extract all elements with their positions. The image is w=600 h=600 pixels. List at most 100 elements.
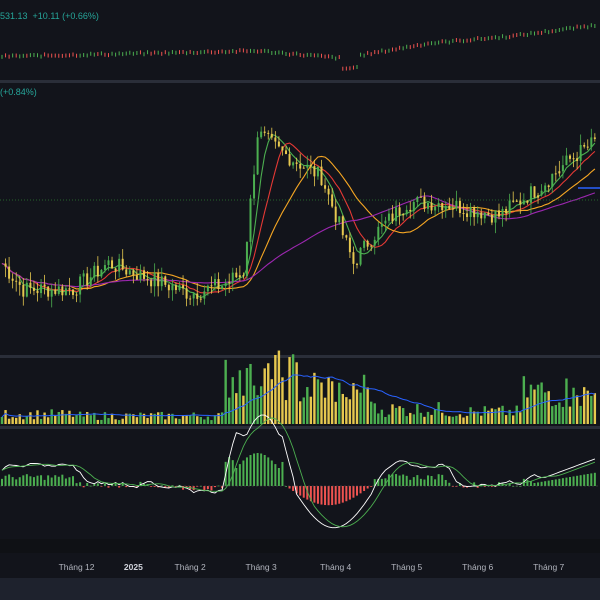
volume-bar (135, 417, 139, 424)
macd-histogram-bar (114, 483, 117, 486)
candle-body (331, 194, 334, 207)
candle-body (270, 133, 273, 138)
candle-body (160, 276, 163, 287)
volume-bar (139, 412, 142, 424)
macd-histogram-bar (405, 475, 408, 486)
volume-bar (575, 395, 579, 424)
macd-histogram-bar (430, 476, 433, 486)
volume-bar (100, 419, 103, 424)
macd-histogram-bar (61, 474, 64, 486)
volume-bar (543, 392, 547, 424)
chart-canvas[interactable] (0, 0, 600, 600)
candle-body (352, 252, 355, 264)
volume-bar (199, 417, 202, 424)
macd-histogram-bar (29, 476, 32, 486)
candle-body (18, 281, 21, 285)
macd-histogram-bar (561, 478, 564, 486)
volume-bar (373, 403, 376, 424)
volume-bar (437, 402, 440, 424)
candle-body (29, 282, 32, 288)
volume-bar (494, 409, 497, 424)
candle-body (64, 288, 67, 296)
volume-bar (561, 406, 565, 424)
candle-body (526, 200, 529, 203)
macd-histogram-bar (402, 474, 405, 486)
macd-histogram-bar (441, 474, 444, 486)
macd-histogram-bar (586, 474, 589, 486)
volume-bar (355, 389, 359, 424)
macd-histogram-bar (281, 461, 284, 486)
macd-histogram-bar (324, 486, 327, 506)
candle-body (40, 284, 43, 294)
candle-body (199, 298, 202, 300)
volume-bar (46, 417, 50, 424)
macd-histogram-bar (1, 478, 3, 486)
candle-body (508, 200, 511, 214)
candle-body (316, 166, 319, 177)
candle-body (132, 270, 135, 276)
macd-histogram-bar (299, 486, 302, 496)
candle-body (405, 209, 408, 215)
candle-body (505, 208, 508, 214)
volume-bar (203, 419, 206, 424)
volume-bar (572, 387, 575, 424)
candle-body (178, 285, 181, 291)
candle-body (483, 212, 486, 219)
candle-body (299, 163, 302, 169)
volume-bar (469, 407, 472, 424)
volume-bar (547, 391, 550, 424)
candle-body (253, 174, 256, 199)
volume-bar (93, 412, 96, 424)
macd-histogram-bar (263, 455, 266, 486)
candle-body (164, 276, 167, 285)
volume-bar (245, 368, 249, 424)
volume-bar (391, 404, 394, 424)
candle-body (458, 200, 461, 214)
volume-bar (387, 414, 391, 424)
candle-body (245, 241, 248, 277)
volume-bar (252, 385, 256, 424)
volume-bar (362, 374, 366, 424)
candle-body (25, 282, 28, 297)
volume-bar (497, 407, 501, 424)
macd-histogram-bar (57, 476, 60, 486)
volume-bar (433, 409, 437, 424)
candle-body (309, 164, 312, 167)
macd-histogram-bar (242, 460, 245, 486)
candle-body (345, 235, 348, 238)
macd-histogram-bar (270, 460, 273, 486)
volume-bar (515, 405, 518, 424)
macd-histogram-bar (572, 476, 575, 486)
volume-bar (330, 381, 334, 424)
macd-histogram-bar (249, 455, 252, 486)
volume-bar (192, 412, 195, 424)
candle-body (36, 290, 39, 294)
volume-bar (288, 357, 291, 424)
macd-histogram-bar (348, 486, 351, 500)
candle-body (373, 239, 376, 246)
volume-bar (11, 417, 14, 424)
candle-body (338, 216, 341, 223)
volume-bar (32, 419, 36, 424)
candle-body (54, 289, 57, 294)
volume-bar (465, 415, 469, 424)
macd-histogram-bar (206, 486, 209, 489)
macd-histogram-bar (32, 477, 35, 486)
candle-body (423, 196, 426, 209)
volume-bar (242, 395, 245, 424)
macd-histogram-bar (4, 475, 7, 486)
volume-bar (398, 406, 401, 424)
macd-histogram-bar (89, 485, 92, 487)
volume-bar (586, 390, 589, 424)
volume-bar (593, 393, 597, 424)
candle-body (89, 277, 92, 286)
volume-bar (345, 397, 348, 424)
macd-histogram-bar (345, 486, 348, 502)
volume-bar (25, 415, 29, 424)
volume-bar (501, 405, 504, 424)
volume-bar (444, 415, 447, 424)
macd-histogram-bar (380, 478, 383, 486)
candle-body (288, 154, 291, 166)
candle-body (448, 205, 451, 209)
volume-bar (277, 350, 281, 424)
